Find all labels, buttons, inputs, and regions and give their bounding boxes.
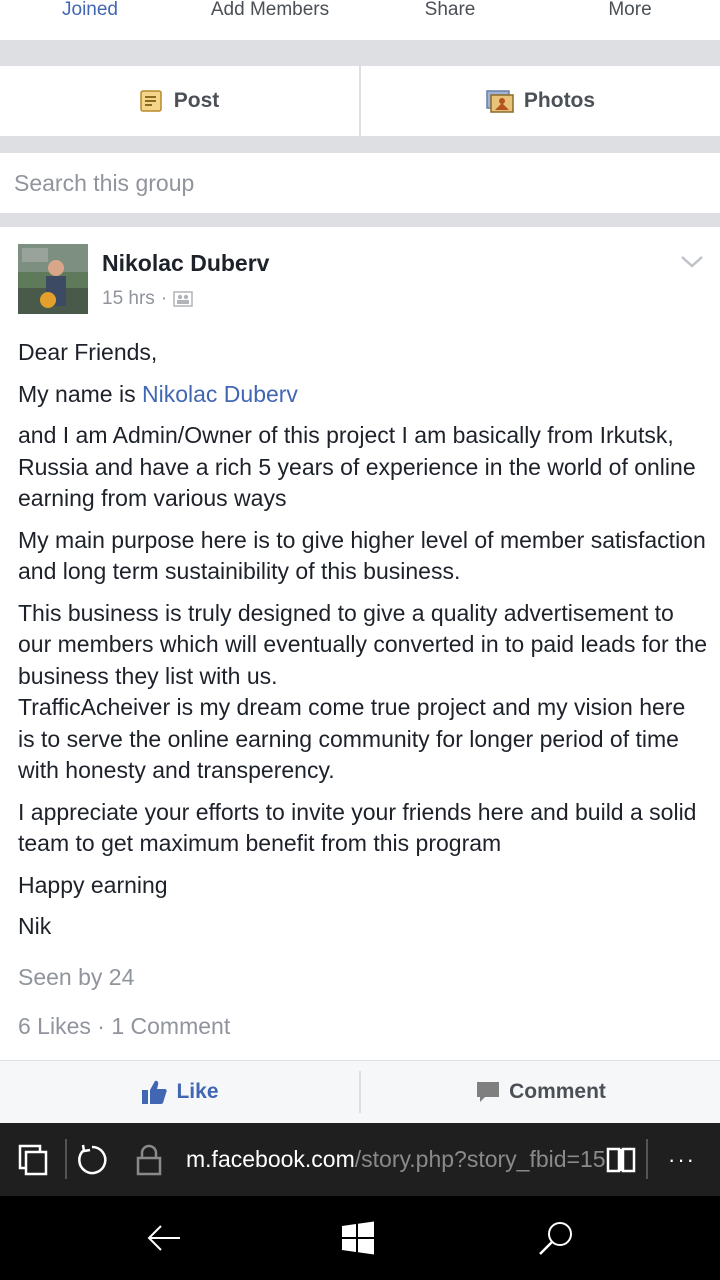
group-post: Nikolac Duberv 15 hrs · Dear Friends, My… bbox=[0, 227, 720, 1123]
browser-more-button[interactable]: ··· bbox=[668, 1123, 696, 1196]
group-search-bar bbox=[0, 153, 720, 213]
post-button[interactable]: Post bbox=[0, 66, 359, 136]
secure-lock bbox=[136, 1123, 162, 1196]
post-paragraph: My name is Nikolac Duberv bbox=[18, 379, 708, 411]
post-body: Dear Friends, My name is Nikolac Duberv … bbox=[18, 337, 708, 953]
post-paragraph: Happy earning bbox=[18, 871, 168, 898]
refresh-button[interactable] bbox=[75, 1123, 109, 1196]
refresh-icon bbox=[78, 1144, 107, 1174]
toolbar-divider bbox=[65, 1139, 67, 1179]
url-domain: m.facebook.com bbox=[186, 1146, 355, 1172]
start-button[interactable] bbox=[341, 1196, 375, 1280]
back-arrow-icon bbox=[147, 1225, 180, 1251]
toolbar-divider bbox=[646, 1139, 648, 1179]
post-author-name[interactable]: Nikolac Duberv bbox=[102, 250, 269, 277]
post-paragraph: My main purpose here is to give higher l… bbox=[18, 526, 706, 585]
group-composer-actions: Post Photos bbox=[0, 66, 720, 136]
post-text: This business is truly designed to give … bbox=[18, 599, 708, 689]
windows-start-icon bbox=[342, 1221, 374, 1255]
post-text: My name is bbox=[18, 380, 142, 407]
seen-by-count[interactable]: Seen by 24 bbox=[18, 964, 134, 991]
post-paragraph: I appreciate your efforts to invite your… bbox=[18, 798, 697, 857]
section-divider bbox=[0, 40, 720, 66]
group-tab-bar: Joined Add Members Share More bbox=[0, 0, 720, 40]
like-button[interactable]: Like bbox=[0, 1061, 359, 1123]
system-navigation-bar bbox=[0, 1196, 720, 1280]
post-paragraph: Dear Friends, bbox=[18, 339, 158, 365]
likes-count[interactable]: 6 Likes bbox=[18, 1013, 91, 1039]
post-paragraph: Nik bbox=[18, 913, 52, 939]
post-text: TrafficAcheiver is my dream come true pr… bbox=[18, 694, 686, 783]
thumbs-up-icon bbox=[142, 1080, 168, 1104]
reading-view-icon bbox=[606, 1147, 636, 1172]
comment-button[interactable]: Comment bbox=[359, 1071, 720, 1113]
like-button-label: Like bbox=[176, 1080, 219, 1103]
reaction-bar: Like Comment bbox=[0, 1060, 720, 1123]
comment-bubble-icon bbox=[477, 1082, 500, 1102]
search-icon bbox=[539, 1222, 572, 1255]
engagement-counts: 6 Likes · 1 Comment bbox=[18, 1013, 230, 1040]
tab-joined[interactable]: Joined bbox=[0, 0, 180, 40]
system-search-button[interactable] bbox=[537, 1196, 575, 1280]
chevron-down-icon bbox=[681, 256, 703, 268]
tabs-icon bbox=[18, 1144, 48, 1175]
post-meta: 15 hrs · bbox=[102, 288, 193, 310]
tabs-button[interactable] bbox=[18, 1123, 48, 1196]
section-divider bbox=[0, 213, 720, 227]
post-paragraph: and I am Admin/Owner of this project I a… bbox=[18, 422, 696, 511]
tab-add-members[interactable]: Add Members bbox=[180, 0, 360, 40]
comments-count[interactable]: 1 Comment bbox=[111, 1013, 230, 1039]
photos-button-label: Photos bbox=[523, 89, 596, 112]
comment-button-label: Comment bbox=[509, 1080, 606, 1103]
reading-view-button[interactable] bbox=[606, 1123, 636, 1196]
lock-icon bbox=[136, 1144, 162, 1175]
search-input[interactable] bbox=[14, 169, 614, 197]
avatar[interactable] bbox=[18, 244, 88, 314]
url-path: /story.php?story_fbid=15 bbox=[354, 1146, 606, 1172]
post-paragraph: This business is truly designed to give … bbox=[18, 598, 708, 787]
tab-more[interactable]: More bbox=[540, 0, 720, 40]
photos-icon bbox=[486, 90, 514, 113]
meta-separator: · bbox=[160, 288, 168, 309]
section-divider bbox=[0, 136, 720, 153]
post-note-icon bbox=[139, 90, 162, 112]
url-field[interactable]: m.facebook.com/story.php?story_fbid=15 bbox=[186, 1123, 606, 1196]
post-header: Nikolac Duberv 15 hrs · bbox=[18, 244, 708, 314]
author-mention-link[interactable]: Nikolac Duberv bbox=[142, 381, 298, 407]
counts-separator: · bbox=[97, 1013, 105, 1039]
post-options-chevron[interactable] bbox=[680, 254, 704, 275]
tab-share[interactable]: Share bbox=[360, 0, 540, 40]
audience-group-icon bbox=[173, 291, 193, 307]
photos-button[interactable]: Photos bbox=[359, 66, 720, 136]
browser-address-bar: m.facebook.com/story.php?story_fbid=15 ·… bbox=[0, 1123, 720, 1196]
post-timestamp[interactable]: 15 hrs bbox=[102, 288, 155, 310]
back-button[interactable] bbox=[146, 1196, 182, 1280]
post-button-label: Post bbox=[173, 89, 220, 112]
